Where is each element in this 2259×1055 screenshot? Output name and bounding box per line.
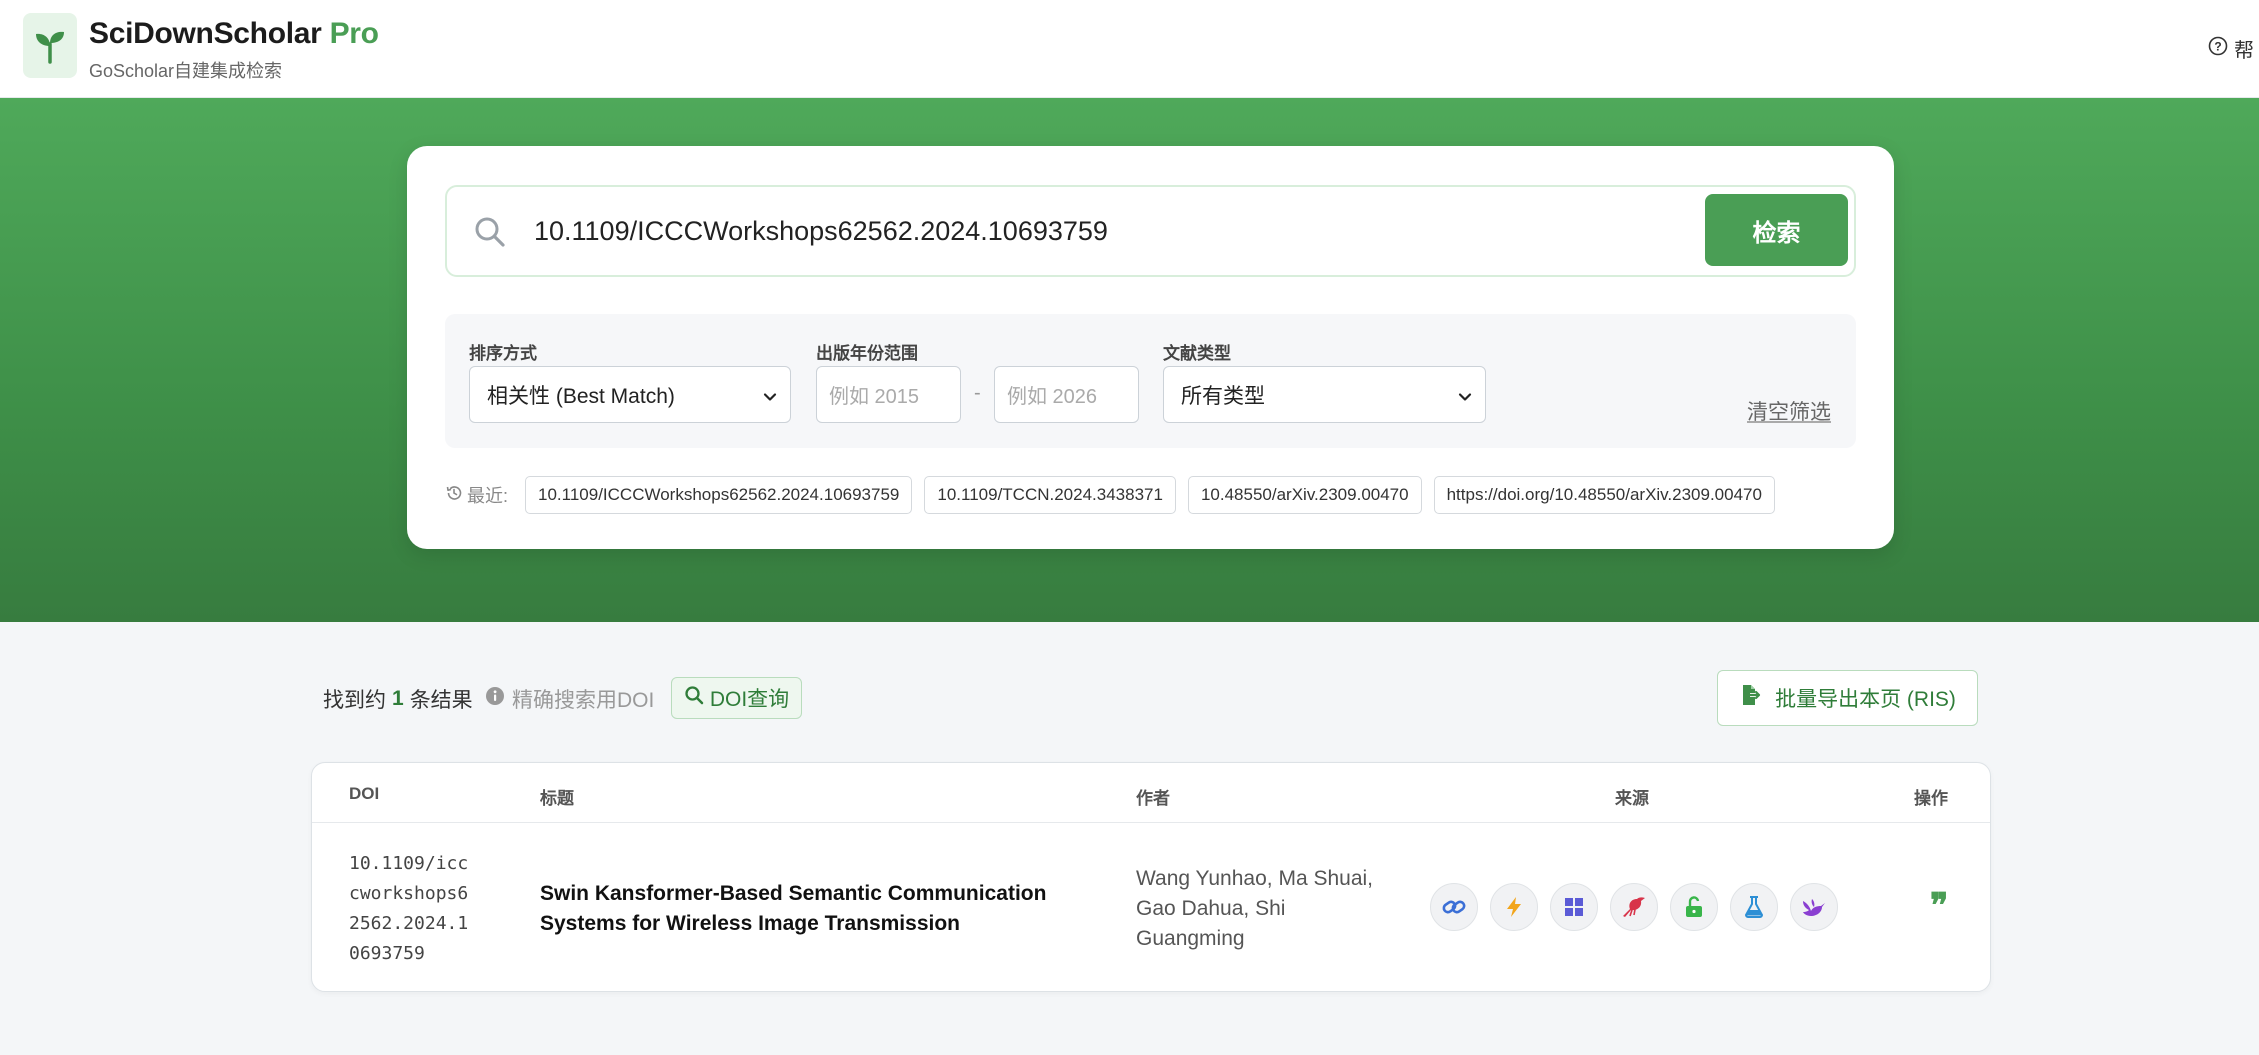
doi-query-button[interactable]: DOI查询 [671,677,802,719]
author-cell: Wang Yunhao, Ma Shuai, Gao Dahua, Shi Gu… [1136,867,1373,950]
file-export-icon [1739,683,1763,713]
doi-cell[interactable]: 10.1109/icccworkshops62562.2024.10693759 [349,849,474,969]
brand-subtitle: GoScholar自建集成检索 [89,61,283,81]
filter-panel: 排序方式 相关性 (Best Match) 出版年份范围 例如 2015 - 例… [445,314,1856,448]
year-separator: - [974,382,981,404]
clear-filters-link[interactable]: 清空筛选 [1747,396,1831,426]
search-input[interactable]: 10.1109/ICCCWorkshops62562.2024.10693759 [534,216,1108,247]
year-to-input[interactable]: 例如 2026 [994,366,1139,423]
recent-searches: 最近: 10.1109/ICCCWorkshops62562.2024.1069… [445,476,1787,514]
title-link[interactable]: Swin Kansformer-Based Semantic Communica… [540,879,1060,939]
doi-hint: 精确搜索用DOI [485,684,654,714]
svg-text:?: ? [2214,39,2221,53]
year-from-input[interactable]: 例如 2015 [816,366,961,423]
dove-icon[interactable] [1790,883,1838,931]
recent-chip[interactable]: https://doi.org/10.48550/arXiv.2309.0047… [1433,476,1775,514]
col-actions: 操作 [1914,789,1948,808]
help-label: 帮 [2234,40,2254,62]
recent-chip[interactable]: 10.48550/arXiv.2309.00470 [1187,476,1422,514]
results-table: DOI 标题 作者 来源 操作 10.1109/icccworkshops625… [311,762,1991,992]
col-author: 作者 [1136,789,1170,808]
col-title: 标题 [540,789,574,808]
windows-grid-icon[interactable] [1550,883,1598,931]
source-icons [1430,883,1838,931]
recent-chip[interactable]: 10.1109/ICCCWorkshops62562.2024.10693759 [525,476,913,514]
col-source: 来源 [1615,789,1649,808]
year-range-label: 出版年份范围 [816,344,918,363]
doc-type-value: 所有类型 [1181,384,1265,408]
search-icon [473,215,507,254]
top-bar: SciDownScholar Pro GoScholar自建集成检索 ? 帮 [0,0,2259,98]
recent-label: 最近: [445,482,508,508]
search-button[interactable]: 检索 [1705,194,1848,266]
info-icon [485,686,505,712]
help-icon: ? [2208,36,2228,62]
sort-select[interactable]: 相关性 (Best Match) [469,366,791,423]
help-link[interactable]: ? 帮 [2208,34,2254,63]
col-doi: DOI [349,784,380,803]
unlock-icon[interactable] [1670,883,1718,931]
table-header: DOI 标题 作者 来源 操作 [312,763,1990,823]
bolt-icon[interactable] [1490,883,1538,931]
chevron-down-icon [1457,387,1473,411]
doc-type-label: 文献类型 [1163,344,1231,363]
history-icon [445,484,463,507]
recent-chip[interactable]: 10.1109/TCCN.2024.3438371 [924,476,1176,514]
result-count: 找到约 1 条结果 [323,687,473,712]
doc-type-select[interactable]: 所有类型 [1163,366,1486,423]
sort-value: 相关性 (Best Match) [487,384,675,408]
export-ris-button[interactable]: 批量导出本页 (RIS) [1717,670,1978,726]
brand-title[interactable]: SciDownScholar Pro [89,17,379,51]
chevron-down-icon [762,387,778,411]
bird-icon[interactable] [1610,883,1658,931]
cite-quote-icon[interactable]: ❞ [1930,889,1948,923]
sprout-logo-icon[interactable] [23,13,77,78]
search-card: 10.1109/ICCCWorkshops62562.2024.10693759… [407,146,1894,549]
link-icon[interactable] [1430,883,1478,931]
flask-icon[interactable] [1730,883,1778,931]
search-icon [684,685,704,711]
search-box[interactable]: 10.1109/ICCCWorkshops62562.2024.10693759… [445,185,1856,277]
sort-label: 排序方式 [469,344,537,363]
